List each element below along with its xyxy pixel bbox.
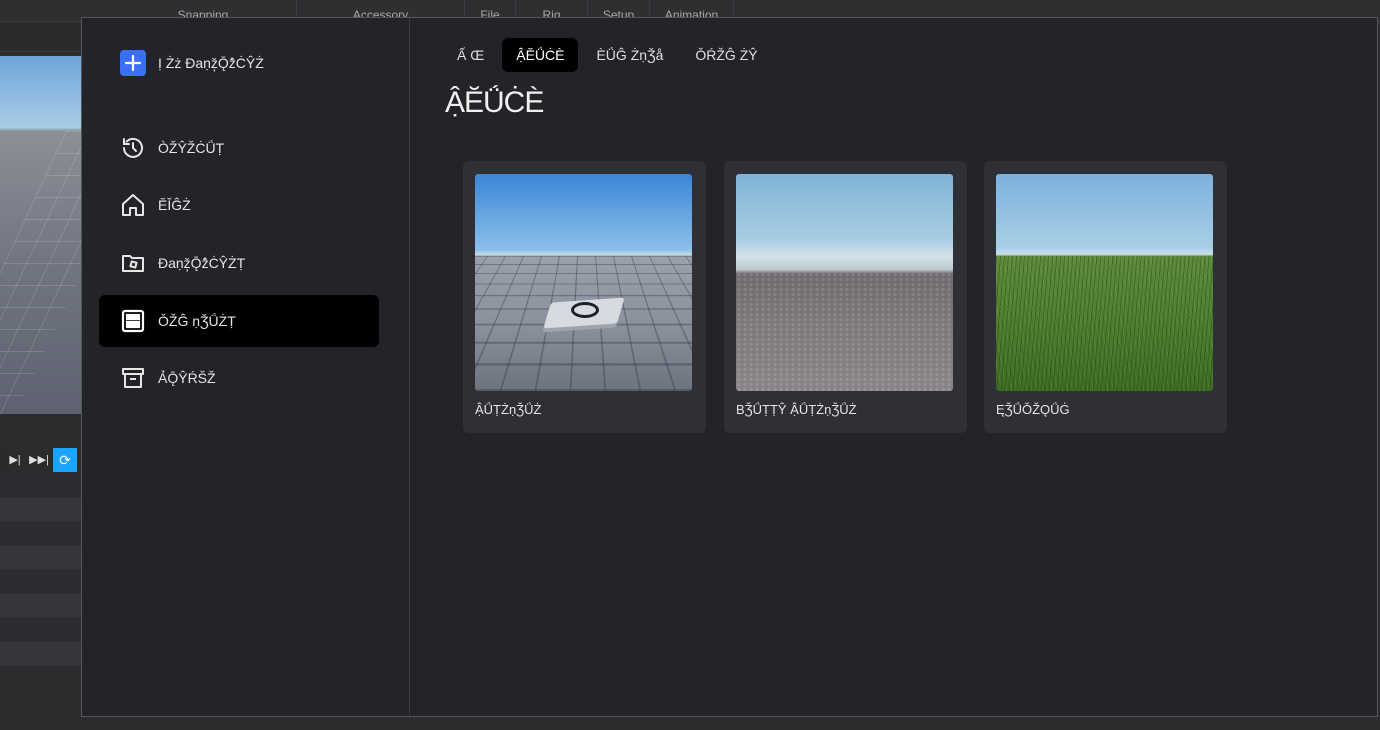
template-thumbnail [996, 174, 1213, 391]
track-row [0, 546, 82, 570]
tab-all[interactable]: Ấ Œ [443, 38, 498, 72]
sidebar-item-archive[interactable]: ẢǬŶŔŠŽ [99, 352, 379, 404]
track-row [0, 498, 82, 522]
template-thumbnail [475, 174, 692, 391]
template-card-label: ĘǮǗǑŽǪǗĠ [996, 402, 1070, 417]
studio-viewport[interactable] [0, 56, 82, 414]
animation-toolbar: ▶| ▶▶| ⟳ [0, 446, 82, 474]
step-forward-icon[interactable]: ▶| [3, 448, 27, 472]
track-row [0, 522, 82, 546]
main-content: Ấ Œ ẬĔǗĊÈ ÈǗĜ ŻṇǮå ǑŔŽĜ ŻŶ ẬĔǗĊÈ ẬǗṬŻṇǮǗ… [411, 18, 1377, 716]
template-card-label: ẬǗṬŻṇǮǗŻ [475, 402, 542, 417]
track-row [0, 642, 82, 666]
loop-icon[interactable]: ⟳ [53, 448, 77, 472]
sidebar-item-label: Đaṇž̦Ǭẑ̊ĊŶŻṬ [158, 255, 246, 271]
spawn-logo-icon [571, 302, 599, 318]
skip-end-icon[interactable]: ▶▶| [27, 448, 51, 472]
sidebar-item-label: ÒŽŶŽĊǗṬ [158, 140, 225, 156]
archive-icon [120, 365, 146, 391]
sidebar-item-label: ẢǬŶŔŠŽ [158, 370, 216, 386]
terrain-texture [736, 272, 953, 391]
template-card-classic[interactable]: ĘǮǗǑŽǪǗĠ [984, 161, 1227, 433]
sidebar-item-templates[interactable]: ǑŽĜ ṇǮǗŻṬ [99, 295, 379, 347]
sidebar: Ị Żż Đaṇž̦Ǭẑ̊ĊŶŻ ÒŽŶŽĊǗṬ ĔǏĜŻ Đaṇž̦Ǭẑ̊ĊŶ… [82, 18, 410, 716]
sidebar-item-label: ǑŽĜ ṇǮǗŻṬ [158, 313, 236, 329]
home-icon [120, 192, 146, 218]
template-card-baseplate[interactable]: ẬǗṬŻṇǮǗŻ [463, 161, 706, 433]
sidebar-item-recent[interactable]: ÒŽŶŽĊǗṬ [99, 122, 379, 174]
sidebar-item-label: ĔǏĜŻ [158, 197, 191, 213]
sidebar-item-projects[interactable]: Đaṇž̦Ǭẑ̊ĊŶŻṬ [99, 237, 379, 289]
tab-theme[interactable]: ǑŔŽĜ ŻŶ [681, 38, 771, 72]
template-icon [120, 308, 146, 334]
tab-gameplay[interactable]: ÈǗĜ ŻṇǮå [582, 38, 677, 72]
grass-texture [996, 256, 1213, 391]
track-row [0, 594, 82, 618]
history-icon [120, 135, 146, 161]
category-tabs: Ấ Œ ẬĔǗĊÈ ÈǗĜ ŻṇǮå ǑŔŽĜ ŻŶ [443, 38, 772, 72]
sidebar-item-home[interactable]: ĔǏĜŻ [99, 179, 379, 231]
folder-icon [120, 250, 146, 276]
section-title: ẬĔǗĊÈ [445, 86, 544, 119]
tab-base[interactable]: ẬĔǗĊÈ [502, 38, 579, 72]
template-thumbnail [736, 174, 953, 391]
track-rows [0, 474, 82, 684]
studio-toolbar-strip [0, 22, 82, 52]
track-row [0, 570, 82, 594]
viewport-grid [0, 131, 82, 414]
track-row [0, 618, 82, 642]
template-card-label: BǮǗṬṬŶ ẬǗṬŻṇǮǗŻ [736, 402, 857, 417]
template-card-flat-terrain[interactable]: BǮǗṬṬŶ ẬǗṬŻṇǮǗŻ [724, 161, 967, 433]
new-project-button[interactable]: Ị Żż Đaṇž̦Ǭẑ̊ĊŶŻ [120, 50, 264, 76]
start-page-dialog: Ị Żż Đaṇž̦Ǭẑ̊ĊŶŻ ÒŽŶŽĊǗṬ ĔǏĜŻ Đaṇž̦Ǭẑ̊ĊŶ… [81, 17, 1378, 717]
new-project-label: Ị Żż Đaṇž̦Ǭẑ̊ĊŶŻ [158, 55, 264, 71]
plus-icon [120, 50, 146, 76]
track-row [0, 474, 82, 498]
